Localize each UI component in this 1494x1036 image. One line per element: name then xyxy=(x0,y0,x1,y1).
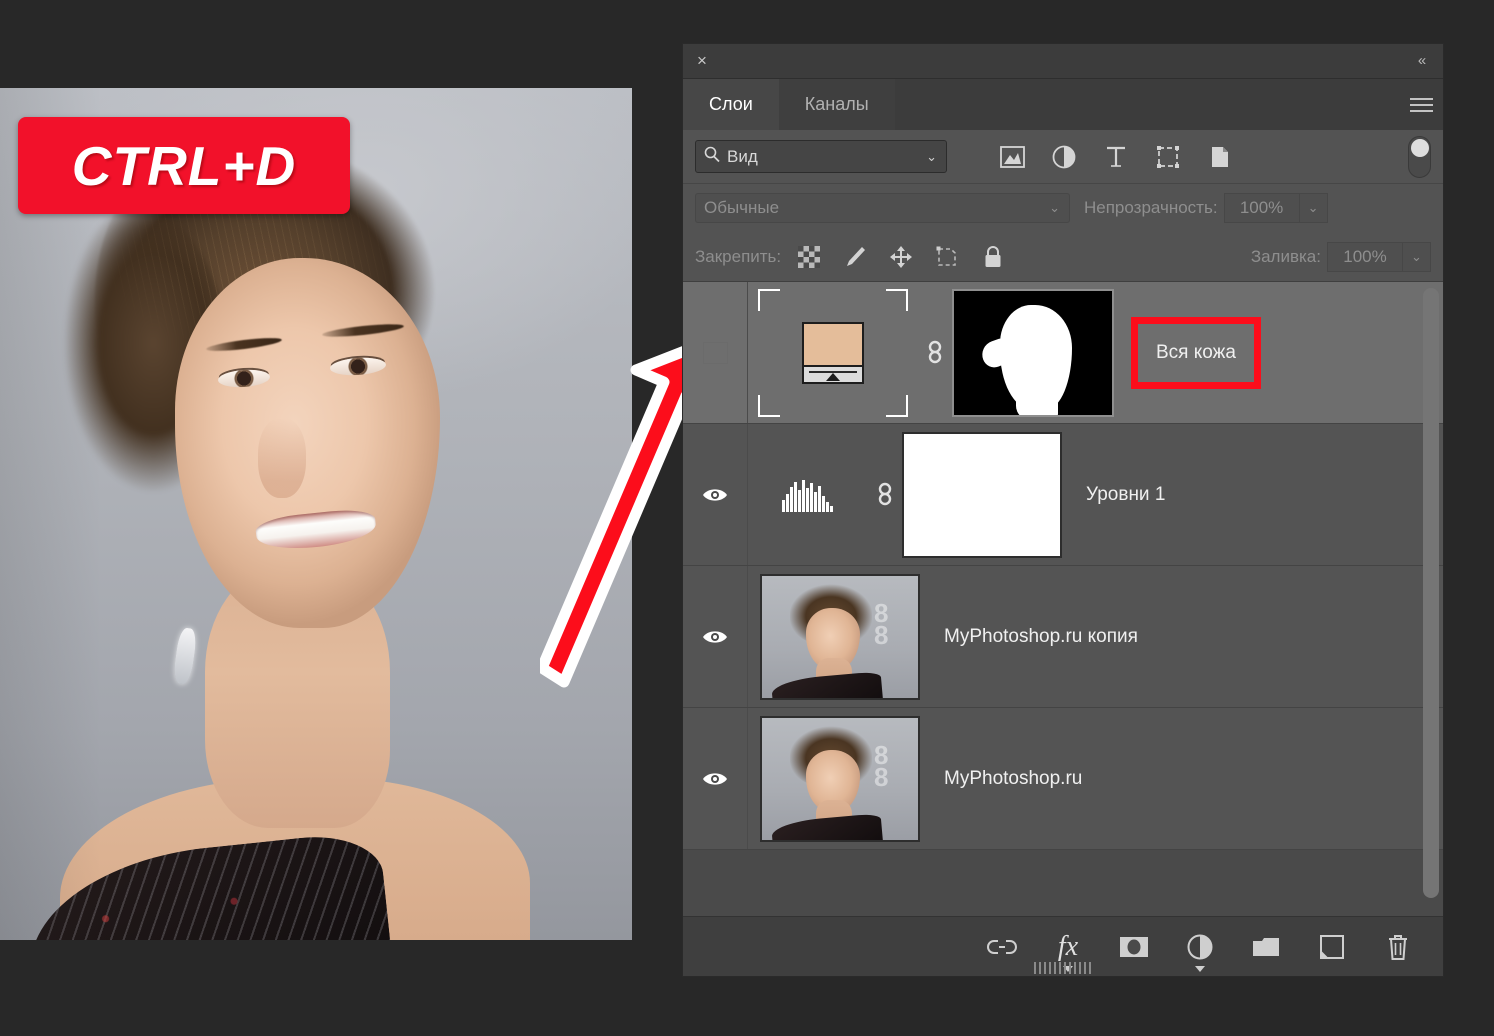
filter-adjustment-icon[interactable] xyxy=(1051,144,1077,170)
thumb-dress xyxy=(771,813,883,842)
layer-visibility-toggle[interactable] xyxy=(683,708,748,849)
fill-stepper[interactable]: ⌄ xyxy=(1403,242,1431,272)
search-icon xyxy=(704,146,721,168)
tab-channels-label: Каналы xyxy=(805,94,869,115)
table-row[interactable]: Уровни 1 xyxy=(683,424,1443,566)
tab-layers-label: Слои xyxy=(709,94,753,115)
layer-thumbnail-photo[interactable]: 88 xyxy=(760,716,920,842)
link-mask-icon[interactable] xyxy=(868,478,902,512)
shortcut-badge-label: CTRL+D xyxy=(72,134,296,198)
new-group-icon[interactable] xyxy=(1249,930,1283,964)
lock-bar: Закрепить: Заливка: 100% xyxy=(683,232,1443,282)
tab-channels[interactable]: Каналы xyxy=(779,79,895,130)
layer-thumbnail-photo[interactable]: 88 xyxy=(760,574,920,700)
layer-list: Вся кожа xyxy=(683,282,1443,916)
table-row[interactable]: 88 MyPhotoshop.ru копия xyxy=(683,566,1443,708)
close-icon[interactable]: × xyxy=(692,51,712,71)
layer-mask-thumbnail[interactable] xyxy=(902,432,1062,558)
panel-resize-grip[interactable] xyxy=(1034,962,1092,974)
eye-icon xyxy=(702,770,728,788)
screenshot-root: CTRL+D × « Слои Каналы xyxy=(0,0,1494,1036)
thumb-backdrop-logo: 88 xyxy=(874,744,910,808)
layer-filter-select[interactable]: Вид ⌄ xyxy=(695,140,947,173)
layer-name[interactable]: MyPhotoshop.ru xyxy=(944,768,1082,790)
eye-icon xyxy=(702,628,728,646)
lock-artboard-nesting-icon[interactable] xyxy=(935,245,959,269)
blend-mode-value: Обычные xyxy=(704,198,779,218)
filter-smart-object-icon[interactable] xyxy=(1207,144,1233,170)
lock-transparent-pixels-icon[interactable] xyxy=(797,245,821,269)
scrollbar-thumb[interactable] xyxy=(1423,288,1439,898)
adjustment-slider-icon xyxy=(804,365,862,382)
lock-position-icon[interactable] xyxy=(889,245,913,269)
layer-filter-bar: Вид ⌄ xyxy=(683,130,1443,184)
opacity-label: Непрозрачность: xyxy=(1084,198,1218,218)
layer-filter-type-icons xyxy=(999,144,1233,170)
layer-visibility-toggle[interactable] xyxy=(683,282,748,423)
blend-mode-bar: Обычные ⌄ Непрозрачность: 100% ⌄ xyxy=(683,184,1443,232)
panel-tab-strip: Слои Каналы xyxy=(683,79,1443,130)
chevron-down-icon: ⌄ xyxy=(1049,200,1060,216)
new-layer-icon[interactable] xyxy=(1315,930,1349,964)
layer-styles-fx-icon[interactable]: fx xyxy=(1051,930,1085,964)
eye-hidden-icon xyxy=(703,342,728,364)
panel-titlebar: × « xyxy=(683,44,1443,79)
table-row[interactable]: 88 MyPhotoshop.ru xyxy=(683,708,1443,850)
filter-pixel-icon[interactable] xyxy=(999,144,1025,170)
eye-icon xyxy=(702,486,728,504)
layer-filter-value: Вид xyxy=(727,147,758,167)
lock-label: Закрепить: xyxy=(695,247,781,267)
photo-face xyxy=(175,258,440,628)
filter-shape-icon[interactable] xyxy=(1155,144,1181,170)
panel-menu-icon[interactable] xyxy=(1399,79,1443,130)
tab-layers[interactable]: Слои xyxy=(683,79,779,130)
table-row[interactable]: Вся кожа xyxy=(683,282,1443,424)
levels-histogram-icon[interactable] xyxy=(748,478,868,512)
link-mask-icon[interactable] xyxy=(918,336,952,370)
opacity-input[interactable]: 100% xyxy=(1224,193,1300,223)
layer-name[interactable]: MyPhotoshop.ru копия xyxy=(944,626,1138,648)
lock-icon-group xyxy=(797,245,1005,269)
fx-label: fx xyxy=(1058,931,1078,963)
fill-label: Заливка: xyxy=(1251,247,1321,267)
layer-list-scrollbar[interactable] xyxy=(1423,288,1439,910)
mask-neck-shape xyxy=(1016,383,1058,417)
fill-input[interactable]: 100% xyxy=(1327,242,1403,272)
collapse-panel-icon[interactable]: « xyxy=(1411,51,1433,71)
layer-mask-thumbnail[interactable] xyxy=(952,289,1114,417)
lock-all-icon[interactable] xyxy=(981,245,1005,269)
filter-type-icon[interactable] xyxy=(1103,144,1129,170)
add-layer-mask-icon[interactable] xyxy=(1117,930,1151,964)
chevron-down-icon: ⌄ xyxy=(926,149,937,165)
blend-mode-select[interactable]: Обычные ⌄ xyxy=(695,193,1070,223)
thumb-backdrop-logo: 88 xyxy=(874,602,910,666)
new-adjustment-layer-icon[interactable] xyxy=(1183,930,1217,964)
layer-visibility-toggle[interactable] xyxy=(683,424,748,565)
layer-visibility-toggle[interactable] xyxy=(683,566,748,707)
document-canvas-photo xyxy=(0,88,632,940)
photo-nose xyxy=(258,418,306,498)
delete-layer-icon[interactable] xyxy=(1381,930,1415,964)
filter-enable-toggle[interactable] xyxy=(1408,136,1431,178)
layers-panel: × « Слои Каналы Вид ⌄ xyxy=(683,44,1443,976)
shortcut-badge: CTRL+D xyxy=(18,117,350,214)
layers-bottom-toolbar: fx xyxy=(683,916,1443,976)
layer-name[interactable]: Уровни 1 xyxy=(1086,484,1165,506)
lock-image-pixels-icon[interactable] xyxy=(843,245,867,269)
thumb-dress xyxy=(771,671,883,700)
layer-name[interactable]: Вся кожа xyxy=(1144,330,1248,376)
tab-strip-filler xyxy=(895,79,1399,130)
opacity-stepper[interactable]: ⌄ xyxy=(1300,193,1328,223)
layer-thumbnail-adjustment[interactable] xyxy=(748,287,918,419)
adjustment-swatch-icon xyxy=(802,322,864,384)
link-layers-icon[interactable] xyxy=(985,930,1019,964)
